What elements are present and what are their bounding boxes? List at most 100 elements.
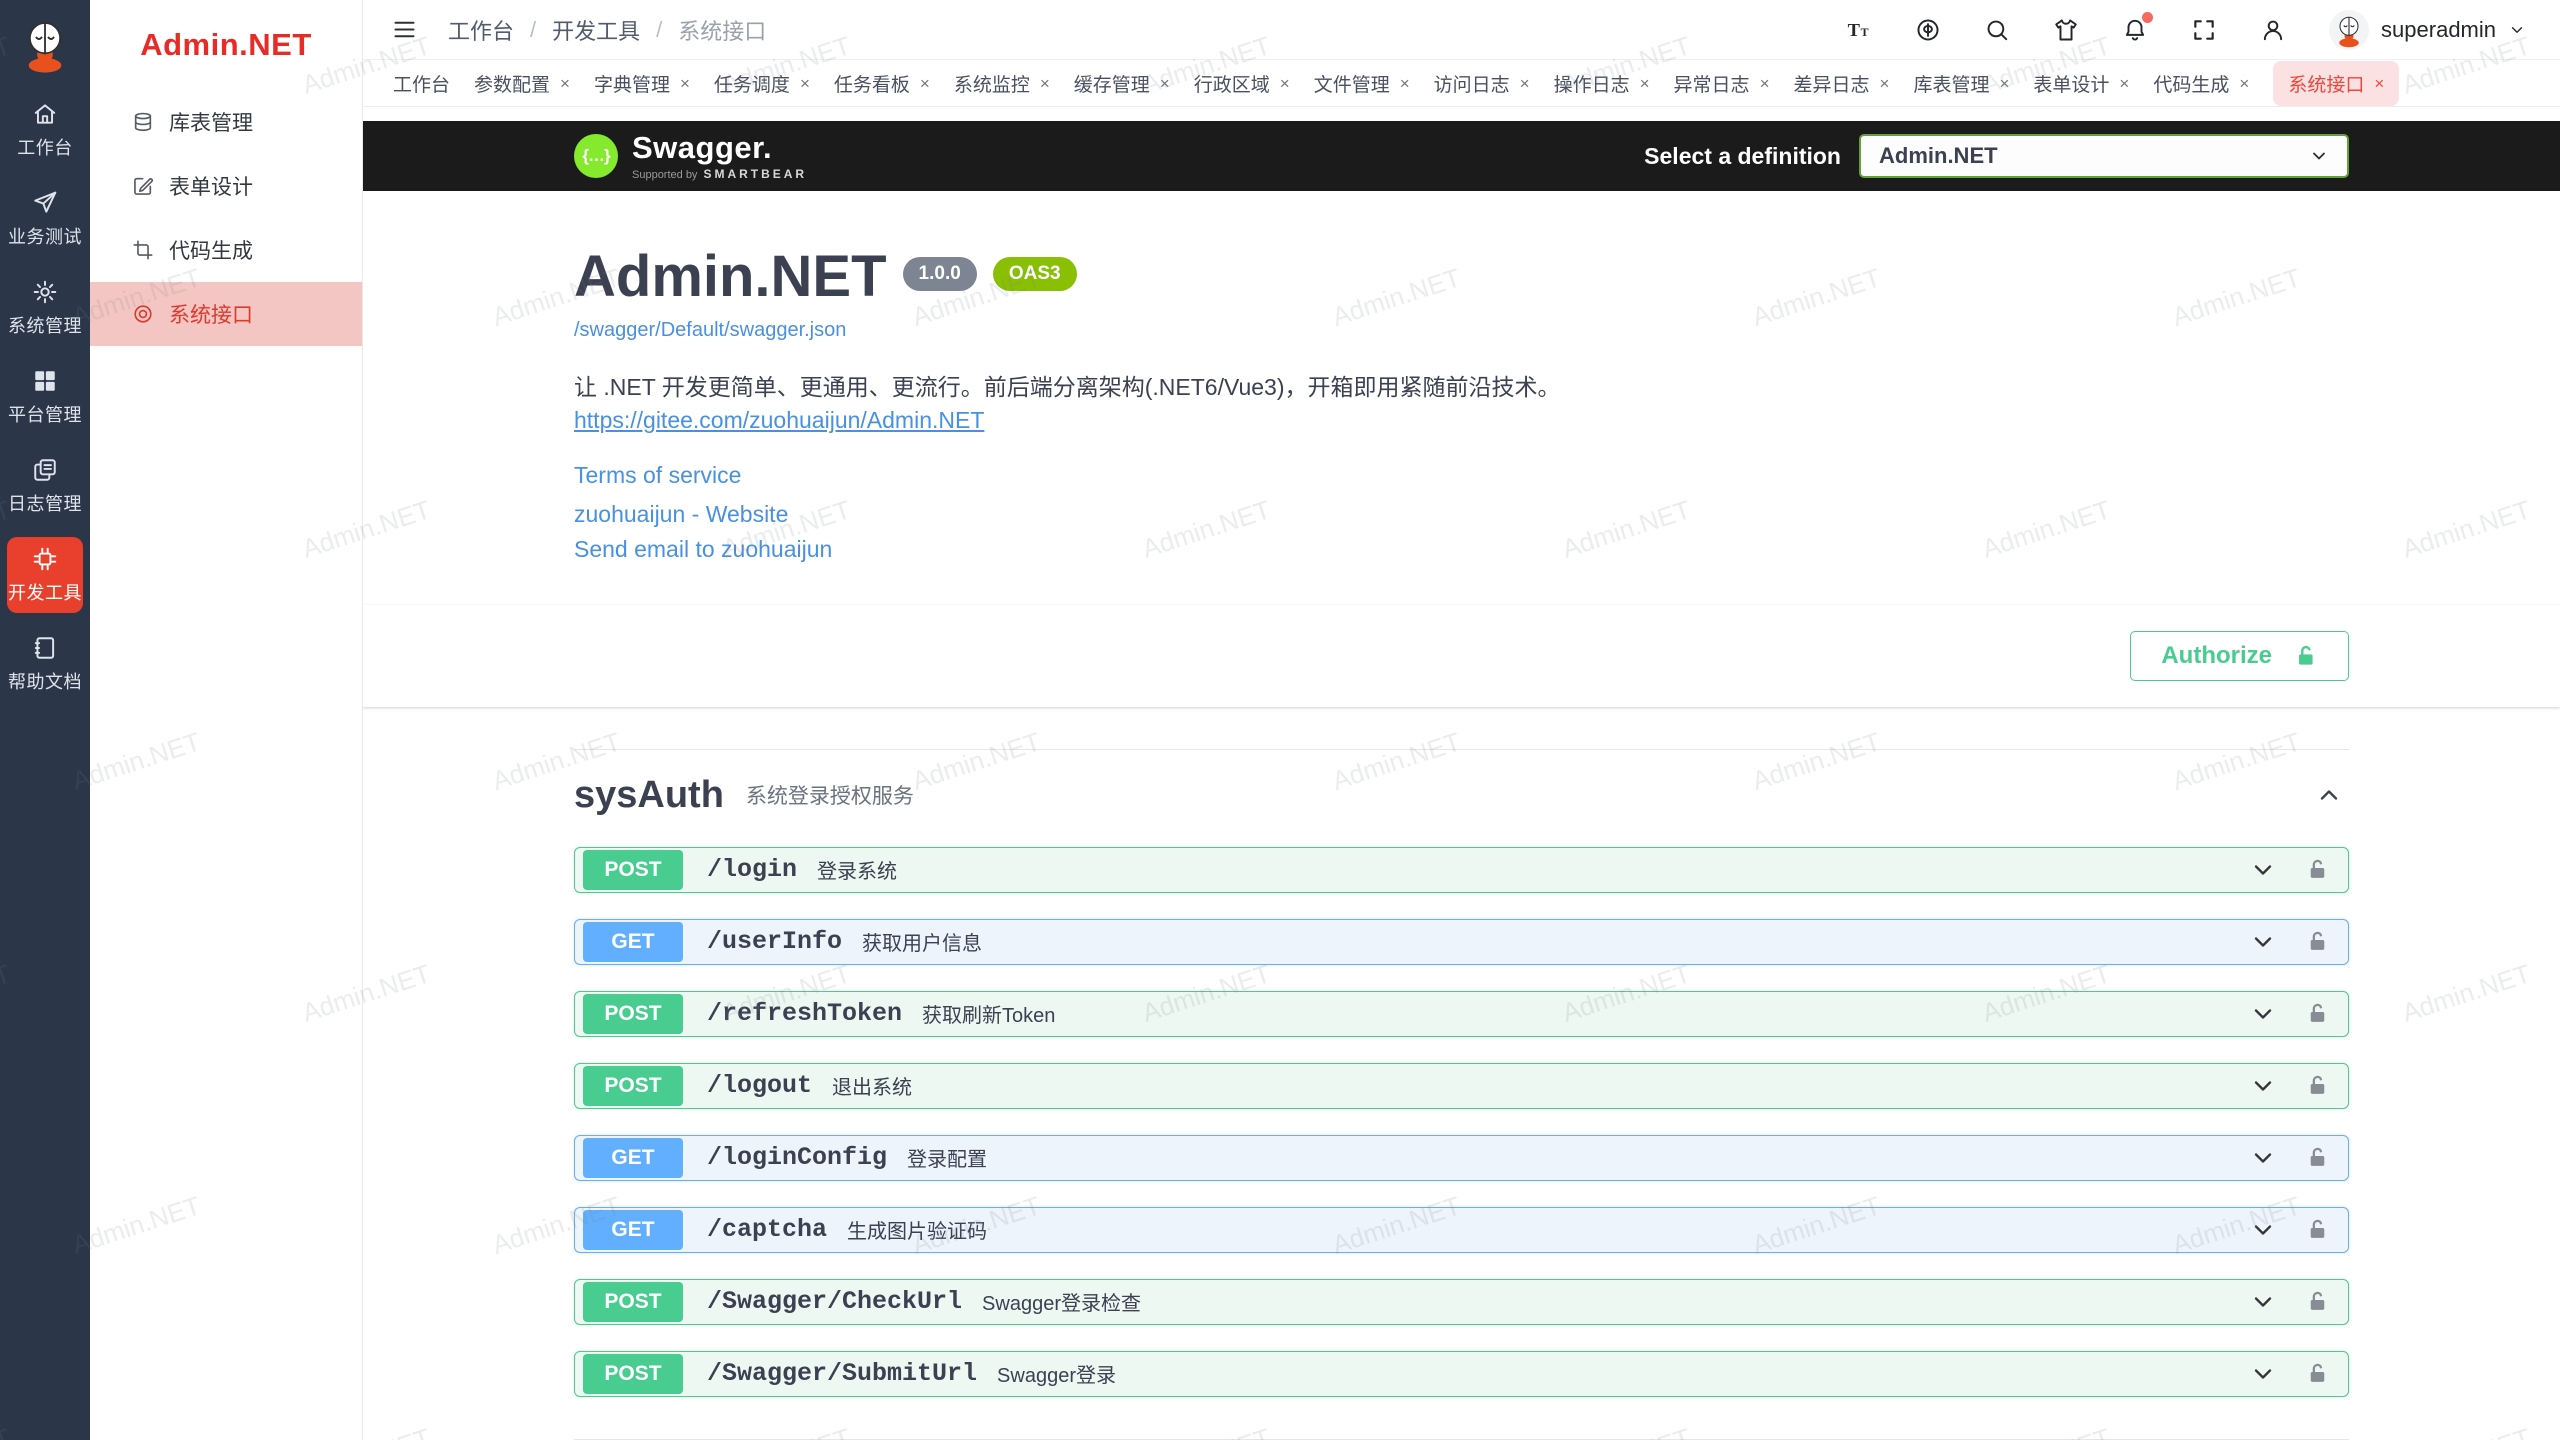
lock-icon[interactable] [2305, 1073, 2330, 1098]
submenu-item[interactable]: 系统接口 [90, 282, 362, 346]
operation-summary: 退出系统 [832, 1071, 912, 1100]
chevron-down-icon[interactable] [2249, 1000, 2277, 1028]
lock-icon[interactable] [2305, 1145, 2330, 1170]
tab[interactable]: 访问日志 × [1434, 70, 1530, 97]
tab[interactable]: 参数配置 × [474, 70, 570, 97]
close-icon[interactable]: × [560, 75, 570, 92]
api-operation-row[interactable]: POST /logout 退出系统 [574, 1063, 2349, 1109]
breadcrumb-item[interactable]: 开发工具 [552, 14, 640, 46]
lock-icon[interactable] [2305, 1361, 2330, 1386]
send-icon [32, 190, 58, 216]
lock-icon[interactable] [2305, 1289, 2330, 1314]
section-header[interactable]: sysAuth 系统登录授权服务 [574, 774, 2349, 817]
chevron-down-icon[interactable] [2249, 1072, 2277, 1100]
tab[interactable]: 缓存管理 × [1074, 70, 1170, 97]
rail-nav-item[interactable]: 帮助文档 [7, 626, 83, 702]
definition-selected-value: Admin.NET [1879, 143, 1998, 169]
tab[interactable]: 系统接口 × [2273, 61, 2399, 106]
breadcrumb-item[interactable]: 工作台 [448, 14, 514, 46]
monk-avatar-icon [2331, 12, 2367, 48]
submenu-item[interactable]: 代码生成 [90, 218, 362, 282]
submenu-item[interactable]: 表单设计 [90, 154, 362, 218]
tab[interactable]: 工作台 × [393, 70, 450, 97]
website-link[interactable]: zuohuaijun - Website [574, 501, 788, 528]
rail-nav-item[interactable]: 业务测试 [7, 181, 83, 257]
rail-nav-item[interactable]: 工作台 [7, 92, 83, 168]
lock-icon[interactable] [2305, 857, 2330, 882]
api-operation-row[interactable]: POST /refreshToken 获取刷新Token [574, 991, 2349, 1037]
close-icon[interactable]: × [1760, 75, 1770, 92]
close-icon[interactable]: × [2119, 75, 2129, 92]
close-icon[interactable]: × [1640, 75, 1650, 92]
gitee-link[interactable]: https://gitee.com/zuohuaijun/Admin.NET [574, 407, 984, 434]
breadcrumb: 工作台 / 开发工具 / 系统接口 [448, 14, 766, 46]
close-icon[interactable]: × [1999, 75, 2009, 92]
tab[interactable]: 行政区域 × [1194, 70, 1290, 97]
lock-icon[interactable] [2305, 1001, 2330, 1026]
definition-select[interactable]: Admin.NET [1859, 134, 2349, 178]
tab[interactable]: 任务看板 × [834, 70, 930, 97]
authorize-button[interactable]: Authorize [2130, 631, 2349, 681]
close-icon[interactable]: × [1400, 75, 1410, 92]
chip-icon [32, 546, 58, 572]
tab-label: 系统接口 [2288, 70, 2364, 97]
api-operation-row[interactable]: GET /loginConfig 登录配置 [574, 1135, 2349, 1181]
operation-path: /Swagger/CheckUrl [707, 1287, 962, 1316]
api-operation-row[interactable]: POST /Swagger/SubmitUrl Swagger登录 [574, 1351, 2349, 1397]
close-icon[interactable]: × [1880, 75, 1890, 92]
chevron-down-icon[interactable] [2249, 1216, 2277, 1244]
rail-nav-item[interactable]: 系统管理 [7, 270, 83, 346]
book-icon [32, 635, 58, 661]
chevron-down-icon[interactable] [2249, 1144, 2277, 1172]
tab[interactable]: 代码生成 × [2153, 70, 2249, 97]
theme-shirt-icon [2053, 17, 2079, 43]
close-icon[interactable]: × [2239, 75, 2249, 92]
close-icon[interactable]: × [2374, 75, 2384, 92]
close-icon[interactable]: × [1280, 75, 1290, 92]
close-icon[interactable]: × [800, 75, 810, 92]
operation-path: /userInfo [707, 927, 842, 956]
close-icon[interactable]: × [920, 75, 930, 92]
tab[interactable]: 库表管理 × [1913, 70, 2009, 97]
method-badge: POST [583, 994, 683, 1034]
chevron-down-icon[interactable] [2249, 928, 2277, 956]
lock-icon[interactable] [2305, 1217, 2330, 1242]
lock-icon[interactable] [2305, 929, 2330, 954]
chevron-up-icon[interactable] [2315, 781, 2343, 809]
user-menu[interactable]: superadmin [2329, 10, 2526, 50]
submenu-item[interactable]: 库表管理 [90, 90, 362, 154]
email-link[interactable]: Send email to zuohuaijun [574, 536, 832, 563]
rail-nav-item[interactable]: 平台管理 [7, 359, 83, 435]
api-operation-row[interactable]: GET /captcha 生成图片验证码 [574, 1207, 2349, 1253]
terms-link[interactable]: Terms of service [574, 462, 741, 489]
tab[interactable]: 文件管理 × [1314, 70, 1410, 97]
rail-nav-item[interactable]: 开发工具 [7, 537, 83, 613]
tab[interactable]: 操作日志 × [1554, 70, 1650, 97]
api-operation-row[interactable]: POST /Swagger/CheckUrl Swagger登录检查 [574, 1279, 2349, 1325]
close-icon[interactable]: × [1160, 75, 1170, 92]
chevron-down-icon[interactable] [2249, 1360, 2277, 1388]
spec-url-link[interactable]: /swagger/Default/swagger.json [574, 319, 846, 342]
tab[interactable]: 差异日志 × [1794, 70, 1890, 97]
collapse-menu-icon[interactable] [391, 16, 418, 43]
app-logo-text: Admin.NET [90, 0, 362, 90]
chevron-down-icon[interactable] [2249, 856, 2277, 884]
header-actions: TT [1846, 10, 2526, 50]
tab[interactable]: 任务调度 × [714, 70, 810, 97]
api-operation-row[interactable]: POST /login 登录系统 [574, 847, 2349, 893]
search-icon [1984, 17, 2010, 43]
tab[interactable]: 表单设计 × [2033, 70, 2129, 97]
close-icon[interactable]: × [1040, 75, 1050, 92]
rail-nav-item[interactable]: 日志管理 [7, 448, 83, 524]
api-operation-row[interactable]: GET /userInfo 获取用户信息 [574, 919, 2349, 965]
close-icon[interactable]: × [680, 75, 690, 92]
tab[interactable]: 异常日志 × [1674, 70, 1770, 97]
tab[interactable]: 字典管理 × [594, 70, 690, 97]
close-icon[interactable]: × [1520, 75, 1530, 92]
tab[interactable]: 系统监控 × [954, 70, 1050, 97]
tab-label: 任务调度 [714, 70, 790, 97]
chevron-down-icon[interactable] [2249, 1288, 2277, 1316]
form-icon [132, 175, 154, 197]
method-badge: GET [583, 1210, 683, 1250]
tab-label: 任务看板 [834, 70, 910, 97]
